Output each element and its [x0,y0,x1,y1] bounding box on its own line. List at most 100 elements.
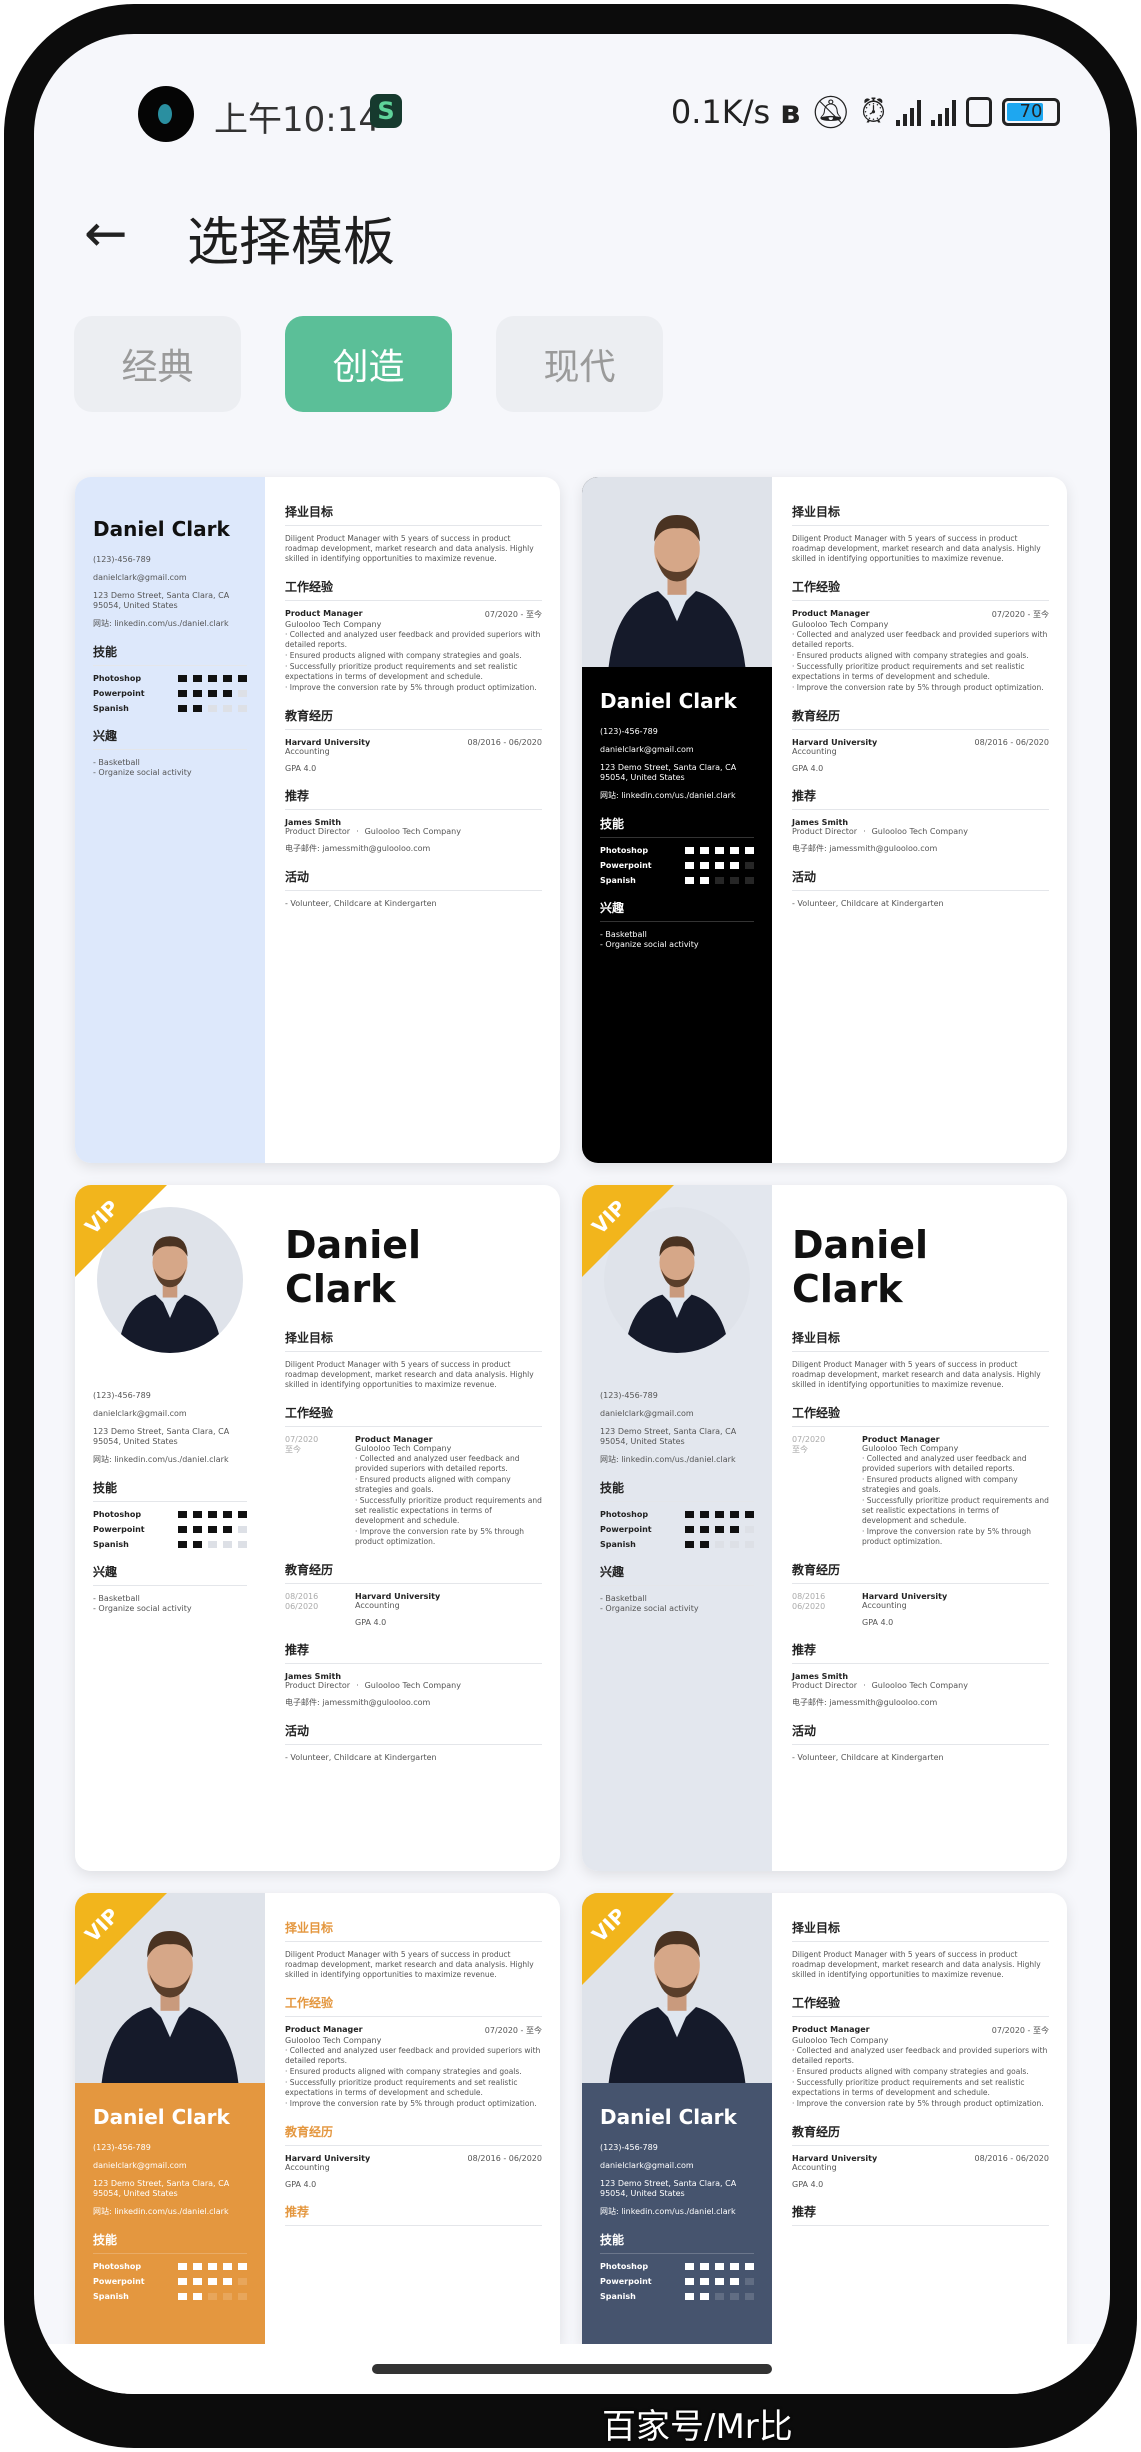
skill-name: Photoshop [600,2262,649,2271]
tab-modern[interactable]: 现代 [496,316,663,412]
skill-name: Powerpoint [600,861,652,870]
skill-row: Spanish [93,1540,247,1549]
entry-title: Product Manager [792,609,870,618]
skill-level [685,1511,754,1518]
job-bullet: · Improve the conversion rate by 5% thro… [285,2099,537,2108]
skill-level [685,1526,754,1533]
entry-end: 06/2020 [792,1602,826,1611]
template-card[interactable]: Daniel Clark (123)-456-789 danielclark@gma… [75,477,560,1163]
interest-item: - Organize social activity [93,768,192,777]
section-title-skills: 技能 [600,815,754,838]
job-bullet: · Successfully prioritize product requir… [285,2078,518,2097]
entry-title: Harvard University [792,2154,878,2163]
skill-row: Photoshop [93,2262,247,2271]
section-title-activities: 活动 [792,1722,1049,1745]
entry-header: Harvard University 08/2016 - 06/2020 [792,738,1049,747]
activity-item: - Volunteer, Childcare at Kindergarten [285,1753,437,1762]
resume-name: Daniel Clark [93,2105,230,2129]
objective-text: Diligent Product Manager with 5 years of… [285,1950,534,1979]
job-bullet: · Improve the conversion rate by 5% thro… [285,683,537,692]
entry-sub: Gulooloo Tech Company [792,2036,889,2045]
entry-sub: Gulooloo Tech Company [862,1444,959,1453]
ref-company: Gulooloo Tech Company [871,827,968,836]
template-card[interactable]: (123)-456-789 danielclark@gmail.com 123 De… [75,1185,560,1871]
job-bullet: · Successfully prioritize product requir… [355,1496,542,1525]
ref-line: Product Director · Gulooloo Tech Company [792,827,1049,836]
skill-row: Photoshop [600,2262,754,2271]
entry-end: 至今 [792,1445,808,1454]
entry-body: Product Manager Gulooloo Tech Company · Co… [862,1435,1049,1547]
contact-phone: (123)-456-789 [600,727,658,736]
back-arrow-icon[interactable]: ← [84,204,128,264]
skill-name: Powerpoint [93,2277,145,2286]
contact-email: danielclark@gmail.com [93,1409,187,1418]
skill-name: Powerpoint [600,2277,652,2286]
tab-creative[interactable]: 创造 [285,316,452,412]
entry-title: Product Manager [285,609,363,618]
entry-title: Harvard University [285,2154,371,2163]
entry-sub: Accounting [285,2163,330,2172]
entry-header: Harvard University 08/2016 - 06/2020 [285,2154,542,2163]
entry-title: Harvard University [285,738,371,747]
skill-row: Powerpoint [600,2277,754,2286]
section-title-skills: 技能 [93,2231,247,2254]
category-tabs: 经典 创造 现代 [74,316,663,412]
section-title-reference: 推荐 [285,1641,542,1664]
entry-date: 08/2016 - 06/2020 [974,2154,1049,2163]
signal-icon [896,98,921,126]
section-title-objective: 择业目标 [285,503,542,526]
entry-dates: 08/2016 06/2020 [285,1592,355,1627]
contact-phone: (123)-456-789 [93,555,151,564]
skill-row: Powerpoint [600,861,754,870]
template-card[interactable]: (123)-456-789 danielclark@gmail.com 123 De… [582,1185,1067,1871]
section-title-reference: 推荐 [792,2203,1049,2226]
wifi-icon [966,96,992,127]
job-bullet: · Improve the conversion rate by 5% thro… [792,2099,1044,2108]
skill-name: Spanish [600,876,636,885]
card-main: Daniel Clark 择业目标 Diligent Product Manager… [265,1185,560,1871]
ref-email: 电子邮件: jamessmith@gulooloo.com [285,1698,431,1707]
ref-title: Product Director [792,827,858,836]
skill-name: Powerpoint [93,689,145,698]
ref-email: 电子邮件: jamessmith@gulooloo.com [792,1698,938,1707]
skill-level [178,1526,247,1533]
section-title-skills: 技能 [93,643,247,666]
job-bullet: · Collected and analyzed user feedback a… [285,2046,541,2065]
entry-header: Product Manager 07/2020 - 至今 [285,2025,542,2036]
entry-sub: Accounting [285,747,330,756]
home-indicator[interactable] [372,2364,772,2374]
contact-website: 网站: linkedin.com/us./daniel.clark [600,791,736,800]
template-card[interactable]: Daniel Clark (123)-456-789 danielclark@gma… [75,1893,560,2344]
skill-level [178,675,247,682]
skill-row: Photoshop [93,674,247,683]
ref-name: James Smith [792,1672,849,1681]
entry-sub: Accounting [355,1601,400,1610]
ref-line: Product Director · Gulooloo Tech Company [792,1681,1049,1690]
camera-cutout [138,86,194,142]
skill-name: Spanish [93,1540,129,1549]
skill-name: Spanish [600,1540,636,1549]
contact-address: 123 Demo Street, Santa Clara, CA 95054, … [93,2179,230,2198]
section-title-work: 工作经验 [792,578,1049,601]
entry-date: 07/2020 - 至今 [991,2026,1049,2035]
contact-address: 123 Demo Street, Santa Clara, CA 95054, … [600,2179,737,2198]
skill-name: Photoshop [93,2262,142,2271]
entry-dates: 07/2020 至今 [285,1435,355,1547]
objective-text: Diligent Product Manager with 5 years of… [285,534,534,563]
template-card[interactable]: Daniel Clark (123)-456-789 danielclark@gma… [582,1893,1067,2344]
entry-body: Harvard University Accounting GPA 4.0 [355,1592,542,1627]
section-title-skills: 技能 [93,1479,247,1502]
contact-address: 123 Demo Street, Santa Clara, CA 95054, … [600,763,737,782]
ref-sep: · [356,827,359,836]
section-title-activities: 活动 [285,1722,542,1745]
profile-photo [582,477,772,667]
template-card[interactable]: Daniel Clark (123)-456-789 danielclark@gma… [582,477,1067,1163]
alarm-icon: ⏰︎ [861,92,886,130]
section-title-objective: 择业目标 [285,1329,542,1352]
skill-name: Spanish [93,704,129,713]
activity-item: - Volunteer, Childcare at Kindergarten [792,1753,944,1762]
interest-item: - Organize social activity [600,940,699,949]
contact-email: danielclark@gmail.com [93,573,187,582]
tab-classic[interactable]: 经典 [74,316,241,412]
skill-name: Photoshop [600,846,649,855]
